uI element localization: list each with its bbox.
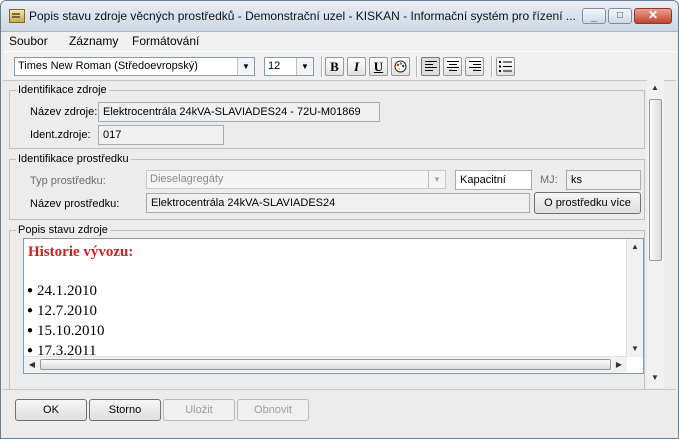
list-item: ● 12.7.2010 <box>27 303 97 320</box>
toolbar-separator <box>416 56 418 77</box>
vertical-scroll-thumb[interactable] <box>649 99 662 261</box>
toolbar-separator <box>491 56 493 77</box>
chevron-down-icon: ▼ <box>237 58 254 75</box>
toolbar-separator <box>321 56 323 77</box>
scroll-up-icon[interactable]: ▲ <box>627 239 643 255</box>
button-bar: OK Storno Uložit Obnovit <box>3 389 676 435</box>
scroll-up-icon[interactable]: ▲ <box>647 80 663 96</box>
bullet-icon: ● <box>27 345 34 356</box>
list-item: ● 15.10.2010 <box>27 323 105 340</box>
palette-icon <box>394 60 407 73</box>
close-icon: ✕ <box>647 8 659 22</box>
chevron-down-icon: ▼ <box>428 171 445 188</box>
minimize-button[interactable]: _ <box>582 8 606 24</box>
list-item-text: 12.7.2010 <box>37 303 98 319</box>
align-left-button[interactable] <box>421 57 440 76</box>
rt-heading: Historie vývozu: <box>28 244 134 260</box>
list-item: ● 24.1.2010 <box>27 283 97 300</box>
list-item-text: 24.1.2010 <box>37 283 98 299</box>
horizontal-scroll-thumb[interactable] <box>40 359 611 370</box>
bold-button[interactable]: B <box>325 57 344 76</box>
identifikace-zdroje-legend: Identifikace zdroje <box>16 84 109 96</box>
align-left-icon <box>424 61 437 71</box>
chevron-down-icon: ▼ <box>296 58 313 75</box>
typ-prostredku-label: Typ prostředku: <box>30 175 106 187</box>
nazev-prostredku-field[interactable]: Elektrocentrála 24kVA-SLAVIADES24 <box>146 193 530 213</box>
close-button[interactable]: ✕ <box>634 8 672 24</box>
ident-zdroje-label: Ident.zdroje: <box>30 129 91 141</box>
mj-field[interactable]: ks <box>566 170 641 190</box>
window-title: Popis stavu zdroje věcných prostředků - … <box>29 9 576 23</box>
form-vertical-scrollbar[interactable]: ▲ ▼ <box>647 80 664 388</box>
typ-prostredku-value: Dieselagregáty <box>150 173 224 185</box>
kapacitni-field[interactable]: Kapacitní <box>455 170 532 190</box>
storno-button[interactable]: Storno <box>89 399 161 421</box>
ident-zdroje-field[interactable]: 017 <box>98 125 224 145</box>
bullet-list-button[interactable] <box>496 57 515 76</box>
bullet-icon: ● <box>27 325 34 336</box>
nazev-zdroje-field[interactable]: Elektrocentrála 24kVA-SLAVIADES24 - 72U-… <box>98 102 380 122</box>
scroll-right-icon[interactable]: ▶ <box>611 357 627 373</box>
bullet-icon: ● <box>27 285 34 296</box>
maximize-icon: □ <box>616 10 624 21</box>
format-toolbar: Times New Roman (Středoevropský) ▼ 12 ▼ … <box>3 51 676 81</box>
ulozit-button[interactable]: Uložit <box>163 399 235 421</box>
popis-stavu-legend: Popis stavu zdroje <box>16 224 110 236</box>
rich-text-editor[interactable]: Historie vývozu: ● 24.1.2010 ● 12.7.2010 ●… <box>23 238 644 374</box>
font-name-select[interactable]: Times New Roman (Středoevropský) ▼ <box>14 57 255 76</box>
ok-button[interactable]: OK <box>15 399 87 421</box>
mj-label: MJ: <box>540 174 558 186</box>
nazev-prostredku-label: Název prostředku: <box>30 198 120 210</box>
editor-vertical-scrollbar[interactable]: ▲ ▼ <box>626 239 643 357</box>
scroll-left-icon[interactable]: ◀ <box>24 357 40 373</box>
minimize-icon: _ <box>590 11 598 23</box>
list-item-text: 15.10.2010 <box>37 323 105 339</box>
menu-soubor[interactable]: Soubor <box>9 34 48 48</box>
align-right-icon <box>468 61 481 71</box>
font-color-button[interactable] <box>391 57 410 76</box>
align-right-button[interactable] <box>465 57 484 76</box>
obnovit-button[interactable]: Obnovit <box>237 399 309 421</box>
title-bar[interactable]: Popis stavu zdroje věcných prostředků - … <box>1 1 678 32</box>
o-prostredku-vice-button[interactable]: O prostředku více <box>534 192 641 214</box>
italic-button[interactable]: I <box>347 57 366 76</box>
maximize-button[interactable]: □ <box>608 8 632 24</box>
scroll-down-icon[interactable]: ▼ <box>627 341 643 357</box>
align-center-button[interactable] <box>443 57 462 76</box>
font-name-value: Times New Roman (Středoevropský) <box>18 60 198 72</box>
bullet-icon: ● <box>27 305 34 316</box>
underline-button[interactable]: U <box>369 57 388 76</box>
align-center-icon <box>446 61 459 71</box>
menu-zaznamy[interactable]: Záznamy <box>69 34 118 48</box>
bullet-list-icon <box>499 61 512 72</box>
editor-horizontal-scrollbar[interactable]: ◀ ▶ <box>24 356 627 373</box>
menu-bar: Soubor Záznamy Formátování <box>3 32 676 50</box>
identifikace-zdroje-group: Identifikace zdroje Název zdroje: Elektr… <box>9 84 645 149</box>
menu-formatovani[interactable]: Formátování <box>132 34 199 48</box>
identifikace-prostredku-legend: Identifikace prostředku <box>16 153 131 165</box>
form-content: Identifikace zdroje Název zdroje: Elektr… <box>3 80 647 390</box>
font-size-select[interactable]: 12 ▼ <box>264 57 314 76</box>
font-size-value: 12 <box>268 60 281 72</box>
dialog-window: Popis stavu zdroje věcných prostředků - … <box>0 0 679 439</box>
app-icon <box>9 9 25 23</box>
nazev-zdroje-label: Název zdroje: <box>30 106 98 118</box>
identifikace-prostredku-group: Identifikace prostředku Typ prostředku: … <box>9 153 645 220</box>
typ-prostredku-select[interactable]: Dieselagregáty ▼ <box>146 170 446 189</box>
scroll-down-icon[interactable]: ▼ <box>647 370 663 386</box>
